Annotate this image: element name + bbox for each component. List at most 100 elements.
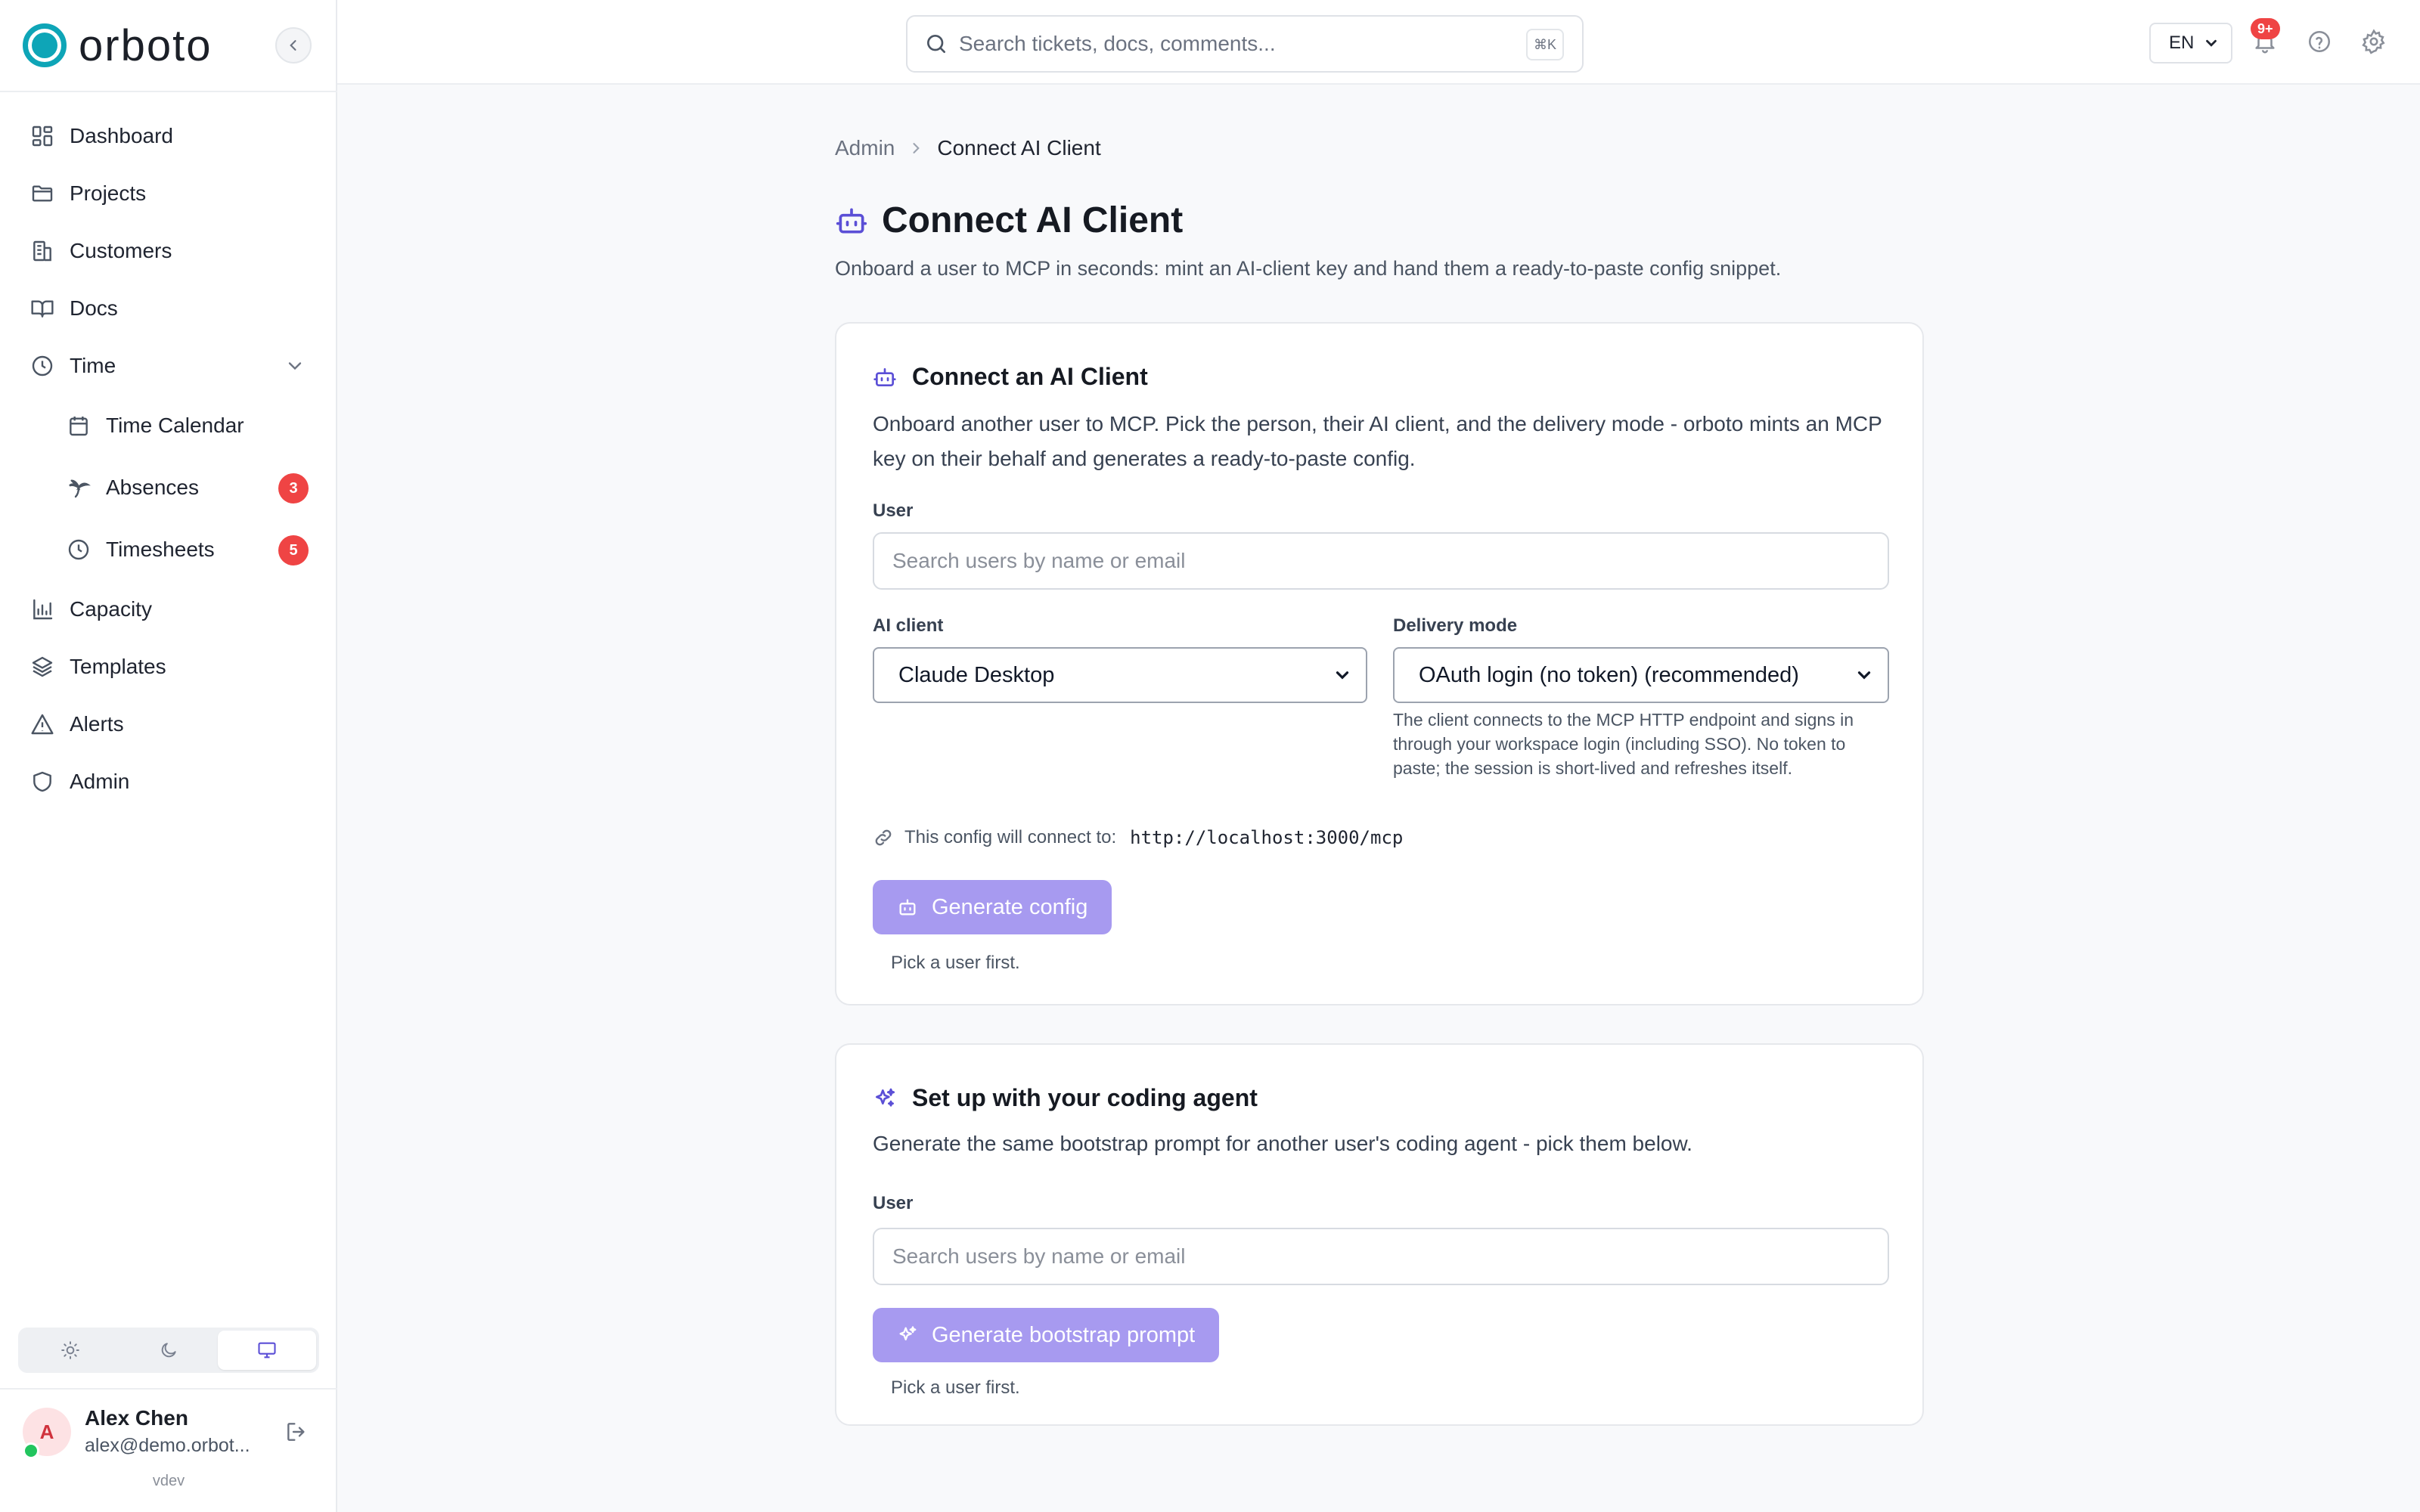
user-email: alex@demo.orbot... [85,1435,250,1456]
bar-chart-icon [30,597,54,621]
logout-button[interactable] [284,1420,309,1448]
help-circle-icon [2308,30,2331,53]
card-title: Connect an AI Client [912,363,1148,390]
sidebar-item-alerts[interactable]: Alerts [0,696,337,753]
sparkles-icon [899,1326,917,1340]
generate-bootstrap-label: Generate bootstrap prompt [932,1322,1196,1347]
sidebar-item-dashboard[interactable]: Dashboard [0,107,337,165]
sidebar-item-capacity[interactable]: Capacity [0,581,337,638]
book-icon [30,296,54,321]
help-button[interactable] [2307,29,2334,56]
clock-icon [67,538,91,562]
sidebar-item-label: Timesheets [106,538,215,561]
coding-agent-card: Set up with your coding agent Generate t… [835,1043,1924,1426]
card-header: Connect an AI Client [873,363,1148,391]
building-icon [30,239,54,263]
card-description: Generate the same bootstrap prompt for a… [873,1132,1692,1155]
user-name: Alex Chen [85,1406,188,1430]
brand-name: orboto [79,20,213,70]
sidebar-item-templates[interactable]: Templates [0,638,337,696]
sidebar-item-label: Templates [70,655,166,678]
search-placeholder: Search tickets, docs, comments... [959,32,1276,55]
sidebar-item-label: Capacity [70,597,152,621]
generate-bootstrap-hint: Pick a user first. [891,1377,1020,1398]
search-icon [927,35,945,53]
sidebar-item-absences[interactable]: Absences 3 [0,457,337,519]
breadcrumb: Admin Connect AI Client [835,136,1101,160]
user-profile[interactable]: A Alex Chen alex@demo.orbot... [23,1406,318,1459]
endpoint-url: http://localhost:3000/mcp [1130,827,1404,848]
sidebar-divider [0,91,337,92]
chevron-down-icon [1857,671,1871,680]
calendar-icon [67,414,91,438]
language-value: EN [2169,33,2195,53]
generate-bootstrap-prompt-button[interactable]: Generate bootstrap prompt [873,1308,1220,1362]
palm-tree-icon [67,476,91,500]
brand-logo[interactable]: orboto [23,20,213,70]
user-search-placeholder: Search users by name or email [892,1244,1186,1268]
generate-config-button[interactable]: Generate config [873,880,1112,934]
bot-icon [899,899,916,916]
global-search-input[interactable]: Search tickets, docs, comments... ⌘K [906,15,1584,73]
sidebar-item-timesheets[interactable]: Timesheets 5 [0,519,337,581]
page-header: Connect AI Client [835,200,1183,241]
sidebar-nav: Dashboard Projects Customers Docs Time T… [0,107,337,810]
theme-light-button[interactable] [21,1331,119,1370]
breadcrumb-admin-link[interactable]: Admin [835,136,895,160]
alert-triangle-icon [30,712,54,736]
user-search-placeholder: Search users by name or email [892,549,1186,572]
delivery-mode-value: OAuth login (no token) (recommended) [1419,662,1799,687]
theme-switcher [18,1328,319,1373]
language-select[interactable]: EN [2149,23,2232,64]
sidebar-divider [0,1388,337,1390]
sidebar-item-label: Docs [70,296,118,320]
brand-mark-icon [23,23,67,67]
page-title: Connect AI Client [882,200,1184,240]
monitor-icon [258,1342,276,1359]
sidebar-item-admin[interactable]: Admin [0,753,337,810]
app-version: vdev [152,1473,185,1489]
card-description: Onboard another user to MCP. Pick the pe… [873,412,1882,470]
sidebar: orboto Dashboard Projects Customers Docs… [0,0,337,1512]
sidebar-item-customers[interactable]: Customers [0,222,337,280]
sidebar-item-docs[interactable]: Docs [0,280,337,337]
settings-button[interactable] [2361,29,2388,56]
moon-icon [161,1343,176,1358]
endpoint-info: This config will connect to: http://loca… [873,827,1403,848]
collapse-sidebar-button[interactable] [275,27,312,64]
sidebar-item-time-calendar[interactable]: Time Calendar [0,395,337,457]
chevron-down-icon[interactable] [284,355,306,382]
bot-icon [873,367,896,386]
theme-system-button[interactable] [218,1331,316,1370]
page-subtitle: Onboard a user to MCP in seconds: mint a… [835,257,1782,280]
connect-ai-client-card: Connect an AI Client Onboard another use… [835,322,1924,1005]
sidebar-item-label: Alerts [70,712,124,736]
user-search-input[interactable]: Search users by name or email [873,532,1889,590]
card-header: Set up with your coding agent [873,1084,1258,1112]
online-status-indicator [23,1442,39,1459]
user-field-label: User [873,500,914,521]
bot-icon [836,208,867,233]
layers-icon [30,655,54,679]
shield-icon [30,770,54,794]
logout-icon [287,1423,305,1441]
ai-client-select[interactable]: Claude Desktop [873,647,1367,703]
card-title: Set up with your coding agent [912,1084,1258,1111]
theme-dark-button[interactable] [119,1331,218,1370]
delivery-mode-select[interactable]: OAuth login (no token) (recommended) [1393,647,1889,703]
sidebar-item-time[interactable]: Time [0,337,337,395]
dashboard-icon [30,124,54,148]
chevron-left-icon [290,40,296,51]
sidebar-item-projects[interactable]: Projects [0,165,337,222]
chevron-down-icon [1336,671,1349,680]
delivery-mode-help: The client connects to the MCP HTTP endp… [1393,710,1854,778]
chevron-down-icon [2206,39,2217,47]
sidebar-item-label: Absences [106,476,199,499]
gear-icon [2362,29,2385,54]
sparkles-icon [876,1088,895,1107]
sun-icon [61,1341,79,1359]
clock-icon [30,354,54,378]
top-bar: Search tickets, docs, comments... ⌘K EN … [337,0,2420,85]
agent-user-search-input[interactable]: Search users by name or email [873,1228,1889,1285]
notifications-badge: 9+ [2251,18,2280,39]
